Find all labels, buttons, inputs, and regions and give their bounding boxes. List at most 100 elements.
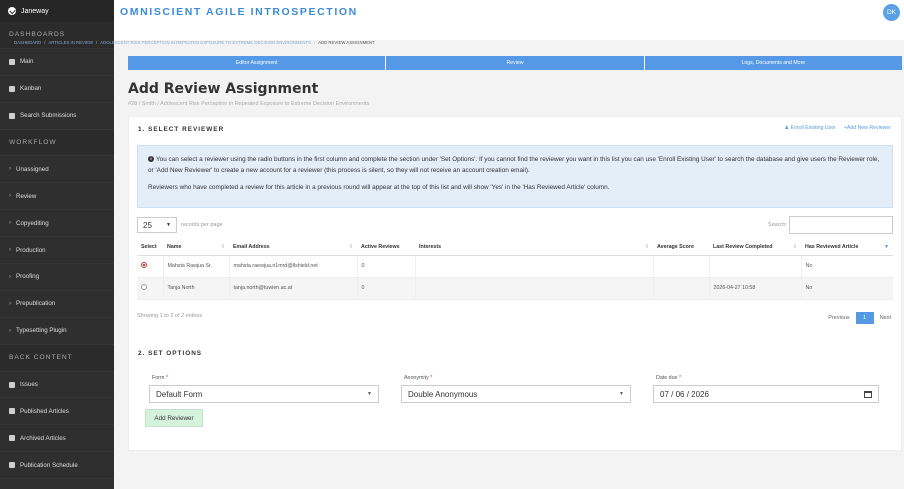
table-search: Search: — [768, 216, 893, 234]
sidebar-item-published-articles[interactable]: Published Articles — [0, 398, 114, 426]
kanban-icon — [9, 85, 15, 92]
reviewer-actions: ♟ Enroll Existing User +Add New Reviewer — [784, 125, 891, 131]
table-row: Mahsta Rawjua Sr. mahsta.raewjua.n1mrd@l… — [137, 255, 893, 278]
sidebar-item-production[interactable]: › Production — [0, 237, 114, 265]
breadcrumb: DASHBOARD / ARTICLES IN REVIEW / ADOLESCENT … — [14, 40, 375, 45]
sidebar-item-issues[interactable]: Issues — [0, 372, 114, 399]
topbar: OMNISCIENT AGILE INTROSPECTION DK — [114, 0, 904, 40]
chevron-right-icon: › — [9, 220, 11, 227]
chevron-right-icon: › — [9, 273, 11, 280]
sidebar-item-label: Issues — [20, 381, 38, 389]
dashboard-icon — [9, 58, 15, 65]
journal-title[interactable]: OMNISCIENT AGILE INTROSPECTION — [120, 6, 358, 18]
page-subtitle: #28 / Smith / Adolescent Risk Perception… — [128, 101, 370, 107]
anonymity-label: Anonymity * — [404, 375, 433, 381]
chevron-right-icon: › — [9, 247, 11, 254]
table-info: Showing 1 to 2 of 2 entries — [137, 313, 203, 319]
reviewer-interests — [414, 255, 653, 278]
calendar-icon — [9, 462, 15, 469]
review-assignment-panel: 1. SELECT REVIEWER ♟ Enroll Existing Use… — [128, 116, 902, 451]
caret-down-icon: ▼ — [619, 391, 624, 397]
sidebar-item-proofing[interactable]: › Proofing — [0, 264, 114, 291]
col-average-score[interactable]: Average Score — [653, 239, 709, 256]
list-icon — [9, 112, 15, 119]
breadcrumb-current: ADD REVIEW ASSIGNMENT — [318, 40, 375, 45]
file-icon — [9, 408, 15, 415]
workflow-tabs: Editor Assignment Review Logs, Documents… — [128, 56, 902, 70]
sidebar-item-label: Archived Articles — [20, 434, 66, 442]
notice-text-1: You can select a reviewer using the radi… — [148, 156, 880, 174]
reviewer-radio[interactable] — [141, 284, 147, 290]
brand-label: Janeway — [21, 7, 49, 15]
select-reviewer-heading: 1. SELECT REVIEWER — [138, 126, 225, 133]
sidebar-item-label: Copyediting — [16, 219, 49, 227]
reviewer-last — [708, 255, 801, 278]
tab-review[interactable]: Review — [386, 56, 645, 70]
reviewer-radio-selected[interactable] — [141, 262, 147, 268]
previous-page-button[interactable]: Previous — [828, 315, 849, 321]
notice-text-2: Reviewers who have completed a review fo… — [148, 184, 610, 191]
sidebar-item-label: WORKFLOW — [9, 139, 57, 146]
caret-down-icon: ▼ — [166, 222, 171, 228]
col-last-review[interactable]: Last Review Completed ⇕ — [709, 239, 801, 256]
col-active-reviews[interactable]: Active Reviews — [357, 239, 415, 256]
reviewer-score — [652, 255, 709, 278]
chevron-right-icon: › — [9, 193, 11, 200]
page-length-select[interactable]: 25 ▼ — [137, 217, 177, 233]
date-due-label: Date due * — [656, 375, 682, 381]
anonymity-select[interactable]: Double Anonymous ▼ — [401, 385, 631, 403]
form-label: Form * — [152, 375, 168, 381]
enroll-existing-user-link[interactable]: ♟ Enroll Existing User — [784, 125, 835, 131]
sidebar-item-label: Search Submissions — [20, 112, 77, 120]
page-1-button[interactable]: 1 — [855, 312, 874, 324]
caret-down-icon: ▼ — [367, 391, 372, 397]
date-due-input[interactable]: 07 / 06 / 2026 — [653, 385, 879, 403]
col-interests[interactable]: Interests ⇕ — [415, 239, 653, 256]
chevron-right-icon: › — [9, 166, 11, 173]
col-has-reviewed[interactable]: Has Reviewed Article ▼ — [801, 239, 893, 256]
breadcrumb-dashboard[interactable]: DASHBOARD — [14, 40, 41, 45]
col-name[interactable]: Name ⇕ — [163, 239, 229, 256]
tab-logs-documents[interactable]: Logs, Documents and More — [645, 56, 902, 70]
sidebar-item-label: Published Articles — [20, 407, 69, 415]
col-email[interactable]: Email Address ⇕ — [229, 239, 357, 256]
search-label: Search: — [768, 222, 787, 228]
reviewer-has-reviewed: No — [800, 277, 893, 300]
sidebar-item-prepublication[interactable]: › Prepublication — [0, 291, 114, 318]
breadcrumb-articles-in-review[interactable]: ARTICLES IN REVIEW — [48, 40, 93, 45]
sidebar: Janeway DASHBOARDS Main Kanban Search Submi… — [0, 0, 114, 489]
info-notice: i You can select a reviewer using the rad… — [137, 145, 893, 208]
reviewer-active: 0 — [356, 277, 415, 300]
tab-editor-assignment[interactable]: Editor Assignment — [128, 56, 387, 70]
sidebar-item-copyediting[interactable]: › Copyediting — [0, 210, 114, 238]
calendar-icon[interactable] — [864, 390, 872, 398]
breadcrumb-article[interactable]: ADOLESCENT RISK PERCEPTION IN REPEATED E… — [100, 40, 311, 45]
sidebar-heading-workflow: WORKFLOW — [0, 129, 114, 157]
reviewer-email: tanja.north@tuwien.ac.at — [228, 277, 357, 300]
search-input[interactable] — [789, 216, 893, 234]
sidebar-item-search-submissions[interactable]: Search Submissions — [0, 103, 114, 130]
user-avatar[interactable]: DK — [883, 4, 900, 21]
archive-icon — [9, 435, 15, 442]
add-reviewer-button[interactable]: Add Reviewer — [145, 409, 203, 427]
sidebar-item-archived-articles[interactable]: Archived Articles — [0, 425, 114, 453]
sidebar-item-label: Production — [16, 246, 46, 254]
pagination: Previous 1 Next — [828, 312, 891, 324]
janeway-logo-icon — [8, 7, 16, 15]
sidebar-item-main[interactable]: Main — [0, 49, 114, 76]
add-new-reviewer-link[interactable]: +Add New Reviewer — [844, 125, 891, 131]
col-select[interactable]: Select — [137, 239, 163, 256]
form-select[interactable]: Default Form ▼ — [149, 385, 379, 403]
next-page-button[interactable]: Next — [880, 315, 891, 321]
sidebar-item-label: Publication Schedule — [20, 461, 78, 469]
reviewer-name: Tanja North — [162, 277, 229, 300]
sidebar-item-typesetting-plugin[interactable]: › Typesetting Plugin — [0, 318, 114, 345]
sidebar-heading-back-content: BACK CONTENT — [0, 344, 114, 372]
brand[interactable]: Janeway — [0, 0, 114, 22]
page-title: Add Review Assignment — [128, 81, 319, 97]
sidebar-item-label: Unassigned — [16, 165, 49, 173]
sidebar-item-kanban[interactable]: Kanban — [0, 76, 114, 103]
sidebar-item-unassigned[interactable]: › Unassigned — [0, 156, 114, 184]
sidebar-item-publication-schedule[interactable]: Publication Schedule — [0, 452, 114, 480]
sidebar-item-review[interactable]: › Review — [0, 183, 114, 211]
